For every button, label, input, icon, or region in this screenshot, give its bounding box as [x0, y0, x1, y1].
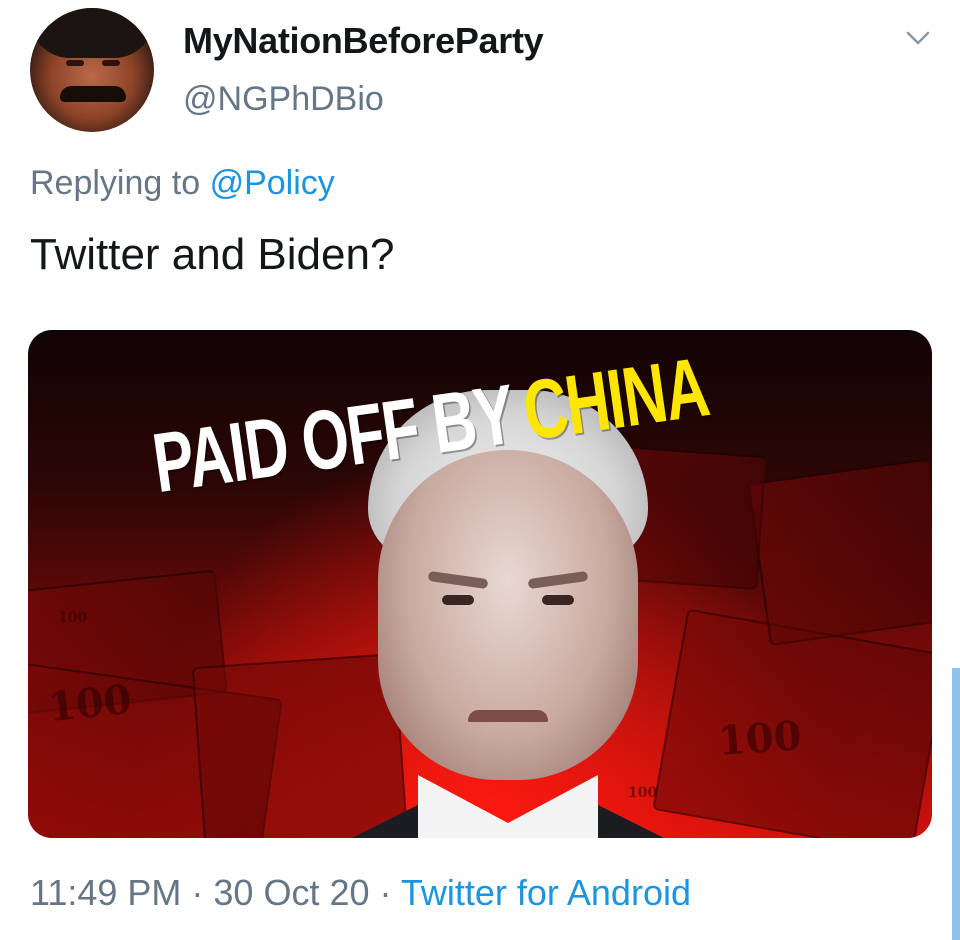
user-handle[interactable]: @NGPhDBio [183, 80, 384, 119]
avatar-hair [30, 8, 154, 58]
portrait-head [378, 450, 638, 780]
replying-to-label: Replying to [30, 164, 201, 202]
banknote-value: 100 [716, 712, 804, 765]
tweet-meta: 11:49 PM · 30 Oct 20 · Twitter for Andro… [30, 872, 691, 914]
banknote-value: 100 [45, 675, 134, 732]
tweet-text: Twitter and Biden? [30, 230, 395, 279]
portrait-mouth [468, 710, 548, 722]
headline-yellow-text: CHINA [517, 339, 714, 459]
banknote [747, 457, 932, 647]
scrollbar[interactable] [952, 668, 960, 940]
replying-to: Replying to @Policy [30, 164, 335, 203]
portrait-eye [542, 595, 574, 605]
avatar-eye-left [66, 60, 84, 66]
tweet-media-image[interactable]: 100 100 100 100 PAID OFF BYCHINA [28, 330, 932, 838]
banknote-value: 100 [58, 610, 88, 626]
tweet: MyNationBeforeParty @NGPhDBio Replying t… [0, 0, 960, 940]
avatar-eye-right [102, 60, 120, 66]
avatar-mustache [60, 86, 126, 102]
portrait-eye [442, 595, 474, 605]
chevron-down-icon[interactable] [904, 24, 932, 52]
tweet-timestamp[interactable]: 11:49 PM · 30 Oct 20 · [30, 872, 401, 913]
display-name[interactable]: MyNationBeforeParty [183, 20, 544, 62]
avatar[interactable] [30, 8, 154, 132]
replying-to-mention-link[interactable]: @Policy [210, 164, 335, 202]
tweet-source-link[interactable]: Twitter for Android [401, 872, 691, 913]
portrait-collar [418, 775, 598, 838]
